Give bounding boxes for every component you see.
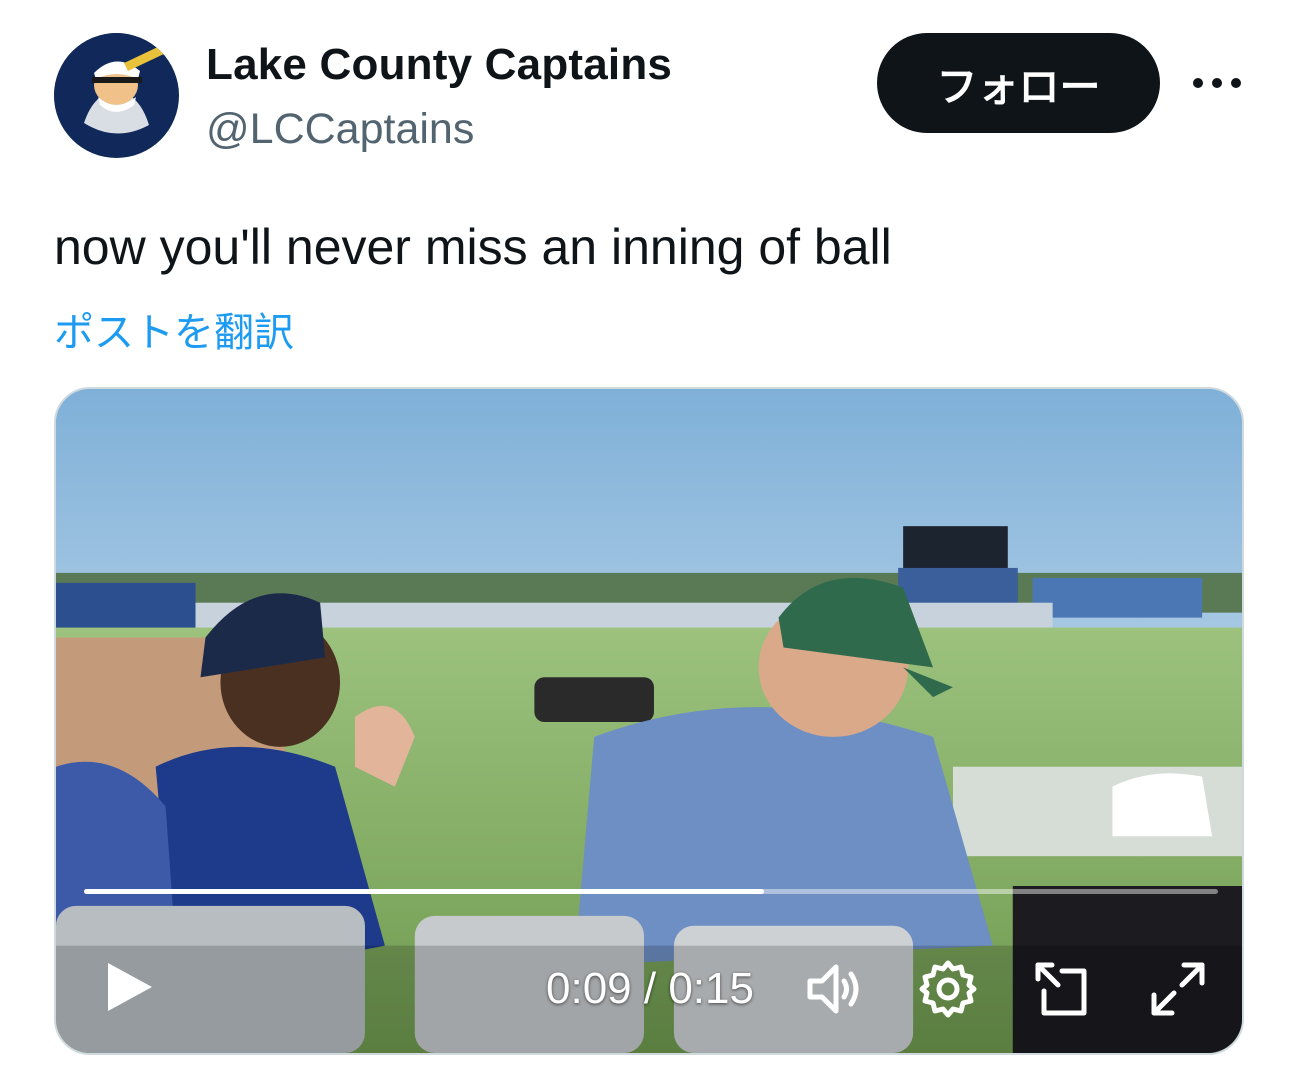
volume-icon[interactable]: [804, 957, 868, 1021]
play-icon[interactable]: [100, 957, 160, 1017]
captains-logo-icon: [54, 33, 178, 157]
more-options-icon[interactable]: [1190, 58, 1244, 108]
video-player[interactable]: 0:09 / 0:15: [54, 387, 1244, 1055]
author-handle[interactable]: @LCCaptains: [206, 105, 474, 154]
video-progress-fill: [84, 889, 765, 894]
translate-post-link[interactable]: ポストを翻訳: [54, 300, 294, 358]
settings-gear-icon[interactable]: [916, 957, 980, 1021]
author-avatar[interactable]: [54, 33, 179, 158]
video-progress-bar[interactable]: [84, 889, 1218, 894]
time-separator: /: [631, 964, 669, 1013]
fullscreen-icon[interactable]: [1146, 957, 1210, 1021]
tweet-text: now you'll never miss an inning of ball: [54, 219, 892, 275]
video-frame: [56, 389, 1242, 1053]
video-time: 0:09 / 0:15: [546, 964, 754, 1014]
duration: 0:15: [668, 964, 754, 1013]
pop-out-icon[interactable]: [1030, 957, 1094, 1021]
current-time: 0:09: [546, 964, 632, 1013]
follow-button[interactable]: フォロー: [877, 33, 1160, 133]
author-name[interactable]: Lake County Captains: [206, 40, 672, 90]
